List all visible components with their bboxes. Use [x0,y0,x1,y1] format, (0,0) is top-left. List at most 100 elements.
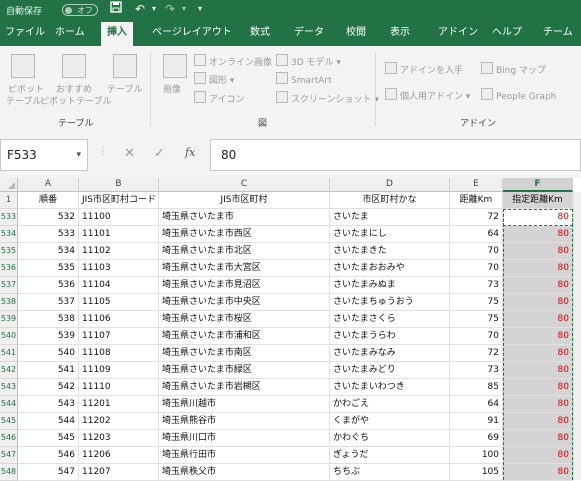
cell-jis-code[interactable]: 11101 [79,226,159,243]
row-header[interactable]: 537 [0,277,18,294]
row-header[interactable]: 546 [0,430,18,447]
cell-order[interactable]: 545 [18,430,79,447]
header-cell[interactable]: JIS市区町村コード [79,192,159,209]
screenshot-button[interactable]: スクリーンショット ▾ [276,91,379,105]
row-header[interactable]: 539 [0,311,18,328]
tab-formulas[interactable]: 数式 [250,20,270,46]
smartart-button[interactable]: SmartArt [276,72,332,86]
my-addins-button[interactable]: 個人用アドイン ▾ [385,88,470,102]
cell-distance[interactable]: 73 [450,277,503,294]
cell-jis-code[interactable]: 11100 [79,209,159,226]
3d-model-button[interactable]: 3D モデル ▾ [276,54,341,68]
tab-team[interactable]: チーム [543,20,573,46]
cell-target-distance[interactable]: 80 [503,277,573,294]
autosave-toggle[interactable]: オフ [62,4,98,16]
column-header-c[interactable]: C [159,178,330,192]
tab-file[interactable]: ファイル [5,20,45,46]
cell-order[interactable]: 544 [18,413,79,430]
column-header-d[interactable]: D [330,178,450,192]
cell-target-distance[interactable]: 80 [503,311,573,328]
cell-jis-code[interactable]: 11106 [79,311,159,328]
cell-target-distance[interactable]: 80 [503,430,573,447]
cell-order[interactable]: 534 [18,243,79,260]
cell-jis-code[interactable]: 11108 [79,345,159,362]
cell-distance[interactable]: 64 [450,396,503,413]
row-header[interactable]: 541 [0,345,18,362]
cell-order[interactable]: 533 [18,226,79,243]
online-picture-button[interactable]: オンライン画像 [194,54,272,68]
row-header[interactable]: 536 [0,260,18,277]
cell-municipality[interactable]: 埼玉県行田市 [159,447,330,464]
cell-municipality[interactable]: 埼玉県さいたま市西区 [159,226,330,243]
cell-municipality[interactable]: 埼玉県さいたま市見沼区 [159,277,330,294]
cell-distance[interactable]: 100 [450,447,503,464]
row-header[interactable]: 535 [0,243,18,260]
cell-distance[interactable]: 70 [450,243,503,260]
cell-kana[interactable]: さいたまうらわ [330,328,450,345]
cell-jis-code[interactable]: 11105 [79,294,159,311]
cell-kana[interactable]: さいたまみどり [330,362,450,379]
redo-dropdown-icon[interactable]: ▾ [176,1,192,17]
cell-jis-code[interactable]: 11203 [79,430,159,447]
cell-target-distance[interactable]: 80 [503,328,573,345]
cell-kana[interactable]: さいたま [330,209,450,226]
cell-target-distance[interactable]: 80 [503,243,573,260]
row-header[interactable]: 1 [0,192,18,209]
cell-municipality[interactable]: 埼玉県秩父市 [159,464,330,481]
cell-distance[interactable]: 91 [450,413,503,430]
cell-kana[interactable]: かわぐち [330,430,450,447]
cell-order[interactable]: 543 [18,396,79,413]
column-header-a[interactable]: A [18,178,79,192]
cell-municipality[interactable]: 埼玉県川越市 [159,396,330,413]
header-cell[interactable]: JIS市区町村 [159,192,330,209]
cell-order[interactable]: 539 [18,328,79,345]
row-header[interactable]: 545 [0,413,18,430]
cell-kana[interactable]: さいたまみなみ [330,345,450,362]
cell-target-distance[interactable]: 80 [503,362,573,379]
cell-target-distance[interactable]: 80 [503,396,573,413]
cell-distance[interactable]: 85 [450,379,503,396]
cell-municipality[interactable]: 埼玉県さいたま市大宮区 [159,260,330,277]
cell-distance[interactable]: 75 [450,294,503,311]
tab-page-layout[interactable]: ページレイアウト [152,20,232,46]
header-cell[interactable]: 順番 [18,192,79,209]
cell-municipality[interactable]: 埼玉県熊谷市 [159,413,330,430]
cell-municipality[interactable]: 埼玉県さいたま市浦和区 [159,328,330,345]
row-header[interactable]: 547 [0,447,18,464]
cell-municipality[interactable]: 埼玉県さいたま市北区 [159,243,330,260]
cell-municipality[interactable]: 埼玉県さいたま市南区 [159,345,330,362]
active-cell[interactable]: 80 [503,209,573,226]
cell-distance[interactable]: 70 [450,328,503,345]
cell-order[interactable]: 540 [18,345,79,362]
cell-distance[interactable]: 69 [450,430,503,447]
header-cell[interactable]: 指定距離Km [503,192,573,209]
row-header[interactable]: 538 [0,294,18,311]
cell-municipality[interactable]: 埼玉県さいたま市岩槻区 [159,379,330,396]
cell-jis-code[interactable]: 11104 [79,277,159,294]
cell-kana[interactable]: さいたまみぬま [330,277,450,294]
cell-kana[interactable]: さいたまちゅうおう [330,294,450,311]
enter-icon[interactable]: ✓ [154,146,165,161]
cell-target-distance[interactable]: 80 [503,379,573,396]
cell-distance[interactable]: 72 [450,345,503,362]
cell-target-distance[interactable]: 80 [503,345,573,362]
cell-target-distance[interactable]: 80 [503,464,573,481]
bing-maps-button[interactable]: Bing マップ [481,62,546,76]
people-graph-button[interactable]: People Graph [481,88,556,102]
cell-distance[interactable]: 73 [450,362,503,379]
cell-distance[interactable]: 64 [450,226,503,243]
row-header[interactable]: 544 [0,396,18,413]
cell-jis-code[interactable]: 11102 [79,243,159,260]
row-header[interactable]: 548 [0,464,18,481]
cell-kana[interactable]: さいたまいわつき [330,379,450,396]
insert-function-icon[interactable]: fx [185,146,195,159]
tab-help[interactable]: ヘルプ [492,20,522,46]
tab-review[interactable]: 校閲 [346,20,366,46]
formula-input[interactable]: 80 [210,139,581,171]
save-icon[interactable] [108,1,124,17]
cancel-icon[interactable]: ✕ [124,146,135,161]
cell-kana[interactable]: さいたまきた [330,243,450,260]
cell-distance[interactable]: 72 [450,209,503,226]
cell-order[interactable]: 546 [18,447,79,464]
header-cell[interactable]: 距離Km [450,192,503,209]
